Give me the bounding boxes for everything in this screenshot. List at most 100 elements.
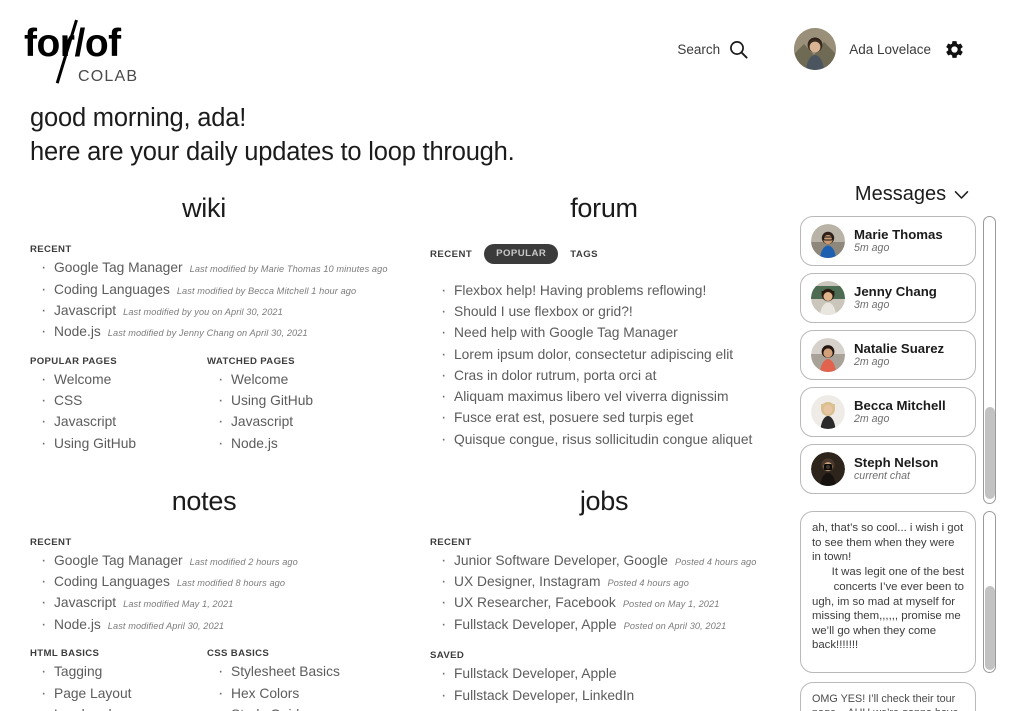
list-item[interactable]: Fullstack Developer, Apple <box>440 663 778 684</box>
panel-jobs: jobs RECENT Junior Software Developer, G… <box>400 486 800 711</box>
list-item[interactable]: Node.js Last modified April 30, 2021 <box>40 614 378 635</box>
panel-title-wiki: wiki <box>182 193 226 224</box>
panel-forum: forum RECENT POPULAR TAGS Flexbox help! … <box>400 193 800 456</box>
tab-recent[interactable]: RECENT <box>430 249 472 260</box>
list-item[interactable]: Coding Languages Last modified 8 hours ag… <box>40 571 378 592</box>
contact-text: Natalie Suarez 2m ago <box>854 341 944 370</box>
avatar <box>811 281 845 316</box>
chevron-down-icon[interactable] <box>954 190 969 200</box>
contact-text: Marie Thomas 5m ago <box>854 227 943 256</box>
list-item[interactable]: UX Researcher, Facebook Posted on May 1, … <box>440 592 778 613</box>
list-item[interactable]: Should I use flexbox or grid?! <box>440 301 778 322</box>
chat-scrollbar[interactable] <box>983 511 996 674</box>
list-item[interactable]: Marie Thomas 5m ago <box>800 216 976 267</box>
message-compose-box[interactable]: OMG YES! I’ll check their tour page... A… <box>800 682 976 711</box>
item-meta: Last modified May 1, 2021 <box>123 599 234 610</box>
list-item[interactable]: Using GitHub <box>40 433 201 454</box>
list-item[interactable]: Javascript Last modified by you on April … <box>40 300 378 321</box>
chat-scrollbar-thumb[interactable] <box>984 586 995 671</box>
notes-html-label: HTML BASICS <box>30 648 100 660</box>
contact-name: Steph Nelson <box>854 454 939 470</box>
list-item[interactable]: Quisque congue, risus sollicitudin congu… <box>440 429 778 450</box>
list-item[interactable]: Node.js Last modified by Jenny Chang on A… <box>40 321 378 342</box>
list-item[interactable]: Aliquam maximus libero vel viverra digni… <box>440 386 778 407</box>
list-item[interactable]: Hex Colors <box>217 683 378 704</box>
contact-time: 5m ago <box>854 242 890 255</box>
search-button[interactable]: Search <box>677 40 748 59</box>
notes-html-group: HTML BASICS Tagging Page Layout Landmark… <box>30 648 201 711</box>
notes-recent-label: RECENT <box>30 536 72 548</box>
compose-input[interactable]: OMG YES! I’ll check their tour page... A… <box>812 692 964 711</box>
item-meta: Posted on April 30, 2021 <box>623 620 727 631</box>
list-item[interactable]: Coding Languages Last modified by Becca M… <box>40 279 378 300</box>
item-meta: Last modified by Jenny Chang on April 30… <box>107 328 308 339</box>
item-meta: Last modified April 30, 2021 <box>107 620 225 631</box>
list-item[interactable]: Landmarks <box>40 704 201 711</box>
wiki-watched-label: WATCHED PAGES <box>207 355 295 367</box>
list-item[interactable]: Fusce erat est, posuere sed turpis eget <box>440 407 778 428</box>
list-item[interactable]: Cras in dolor rutrum, porta orci at <box>440 365 778 386</box>
wiki-recent-list: Google Tag Manager Last modified by Marie… <box>40 257 387 342</box>
contacts-scrollbar-thumb[interactable] <box>984 407 995 500</box>
list-item[interactable]: Junior Software Developer, Google Posted … <box>440 550 778 571</box>
gear-icon[interactable] <box>944 39 965 60</box>
list-item[interactable]: Fullstack Developer, LinkedIn <box>440 685 778 706</box>
list-item[interactable]: Flexbox help! Having problems reflowing! <box>440 280 778 301</box>
forum-tabs: RECENT POPULAR TAGS <box>430 244 778 264</box>
avatar[interactable] <box>794 28 837 70</box>
list-item[interactable]: Need help with Google Tag Manager <box>440 322 778 343</box>
item-title: Google Tag Manager <box>54 552 183 568</box>
jobs-saved-group: SAVED Fullstack Developer, Apple Fullsta… <box>430 650 778 711</box>
search-icon[interactable] <box>729 40 748 59</box>
list-item[interactable]: Using GitHub <box>217 390 378 411</box>
tab-popular[interactable]: POPULAR <box>484 244 559 264</box>
chat-transcript[interactable]: ah, that’s so cool... i wish i got to se… <box>800 511 976 674</box>
list-item[interactable]: Javascript <box>40 411 201 432</box>
wiki-recent-label: RECENT <box>30 244 72 256</box>
greeting-line-1: good morning, ada! <box>30 104 247 132</box>
list-item[interactable]: Google Tag Manager Last modified by Marie… <box>40 257 387 278</box>
list-item[interactable]: Study Guide <box>217 704 378 711</box>
jobs-recent-list: Junior Software Developer, Google Posted … <box>440 550 778 635</box>
jobs-recent-label: RECENT <box>430 536 472 548</box>
list-item[interactable]: Google Tag Manager Last modified 2 hours … <box>40 550 378 571</box>
brand-logo[interactable]: for/of COLAB <box>24 14 154 96</box>
header-actions: Search Ada Lovelace <box>677 28 965 70</box>
list-item[interactable]: UX Designer, Instagram Posted 4 hours ago <box>440 571 778 592</box>
list-item[interactable]: Tagging <box>40 661 201 682</box>
panel-wiki: wiki RECENT Google Tag Manager Last modif… <box>0 193 400 456</box>
list-item[interactable]: Welcome <box>40 369 201 390</box>
list-item[interactable]: Becca Mitchell 2m ago <box>800 387 976 438</box>
contacts-scrollbar[interactable] <box>983 216 996 505</box>
contact-text: Steph Nelson current chat <box>854 455 938 484</box>
messages-header[interactable]: Messages <box>800 183 1024 206</box>
list-item[interactable]: Page Layout <box>40 683 201 704</box>
panel-notes: notes RECENT Google Tag Manager Last modi… <box>0 486 400 711</box>
user-menu[interactable]: Ada Lovelace <box>794 28 965 70</box>
list-item[interactable]: Stylesheet Basics <box>217 661 378 682</box>
contact-name: Becca Mitchell <box>854 397 946 413</box>
list-item[interactable]: Javascript <box>217 411 378 432</box>
wiki-popular-list: Welcome CSS Javascript Using GitHub <box>40 369 201 454</box>
contact-time: 3m ago <box>854 299 890 312</box>
item-meta: Posted on May 1, 2021 <box>622 599 720 610</box>
list-item[interactable]: Jenny Chang 3m ago <box>800 273 976 324</box>
list-item[interactable]: Javascript Last modified May 1, 2021 <box>40 592 378 613</box>
list-item[interactable]: Node.js <box>217 433 378 454</box>
contact-text: Jenny Chang 3m ago <box>854 284 937 313</box>
panel-grid-bottom: notes RECENT Google Tag Manager Last modi… <box>0 486 800 711</box>
app-header: for/of COLAB Search Ada Lovelace <box>0 0 1024 96</box>
greeting-line-2: here are your daily updates to loop thro… <box>30 137 515 166</box>
item-title: Fullstack Developer, Apple <box>454 616 617 632</box>
list-item[interactable]: CSS <box>40 390 201 411</box>
list-item[interactable]: Natalie Suarez 2m ago <box>800 330 976 381</box>
item-title: Junior Software Developer, Google <box>454 552 668 568</box>
tab-tags[interactable]: TAGS <box>570 249 598 260</box>
panel-title-jobs: jobs <box>579 485 629 516</box>
list-item[interactable]: Steph Nelson current chat <box>800 444 976 495</box>
forum-thread-list: Flexbox help! Having problems reflowing!… <box>440 280 778 450</box>
list-item[interactable]: Welcome <box>217 369 378 390</box>
list-item[interactable]: Lorem ipsum dolor, consectetur adipiscin… <box>440 344 778 365</box>
list-item[interactable]: Fullstack Developer, Apple Posted on Apri… <box>440 614 778 635</box>
item-title: Node.js <box>54 324 101 340</box>
